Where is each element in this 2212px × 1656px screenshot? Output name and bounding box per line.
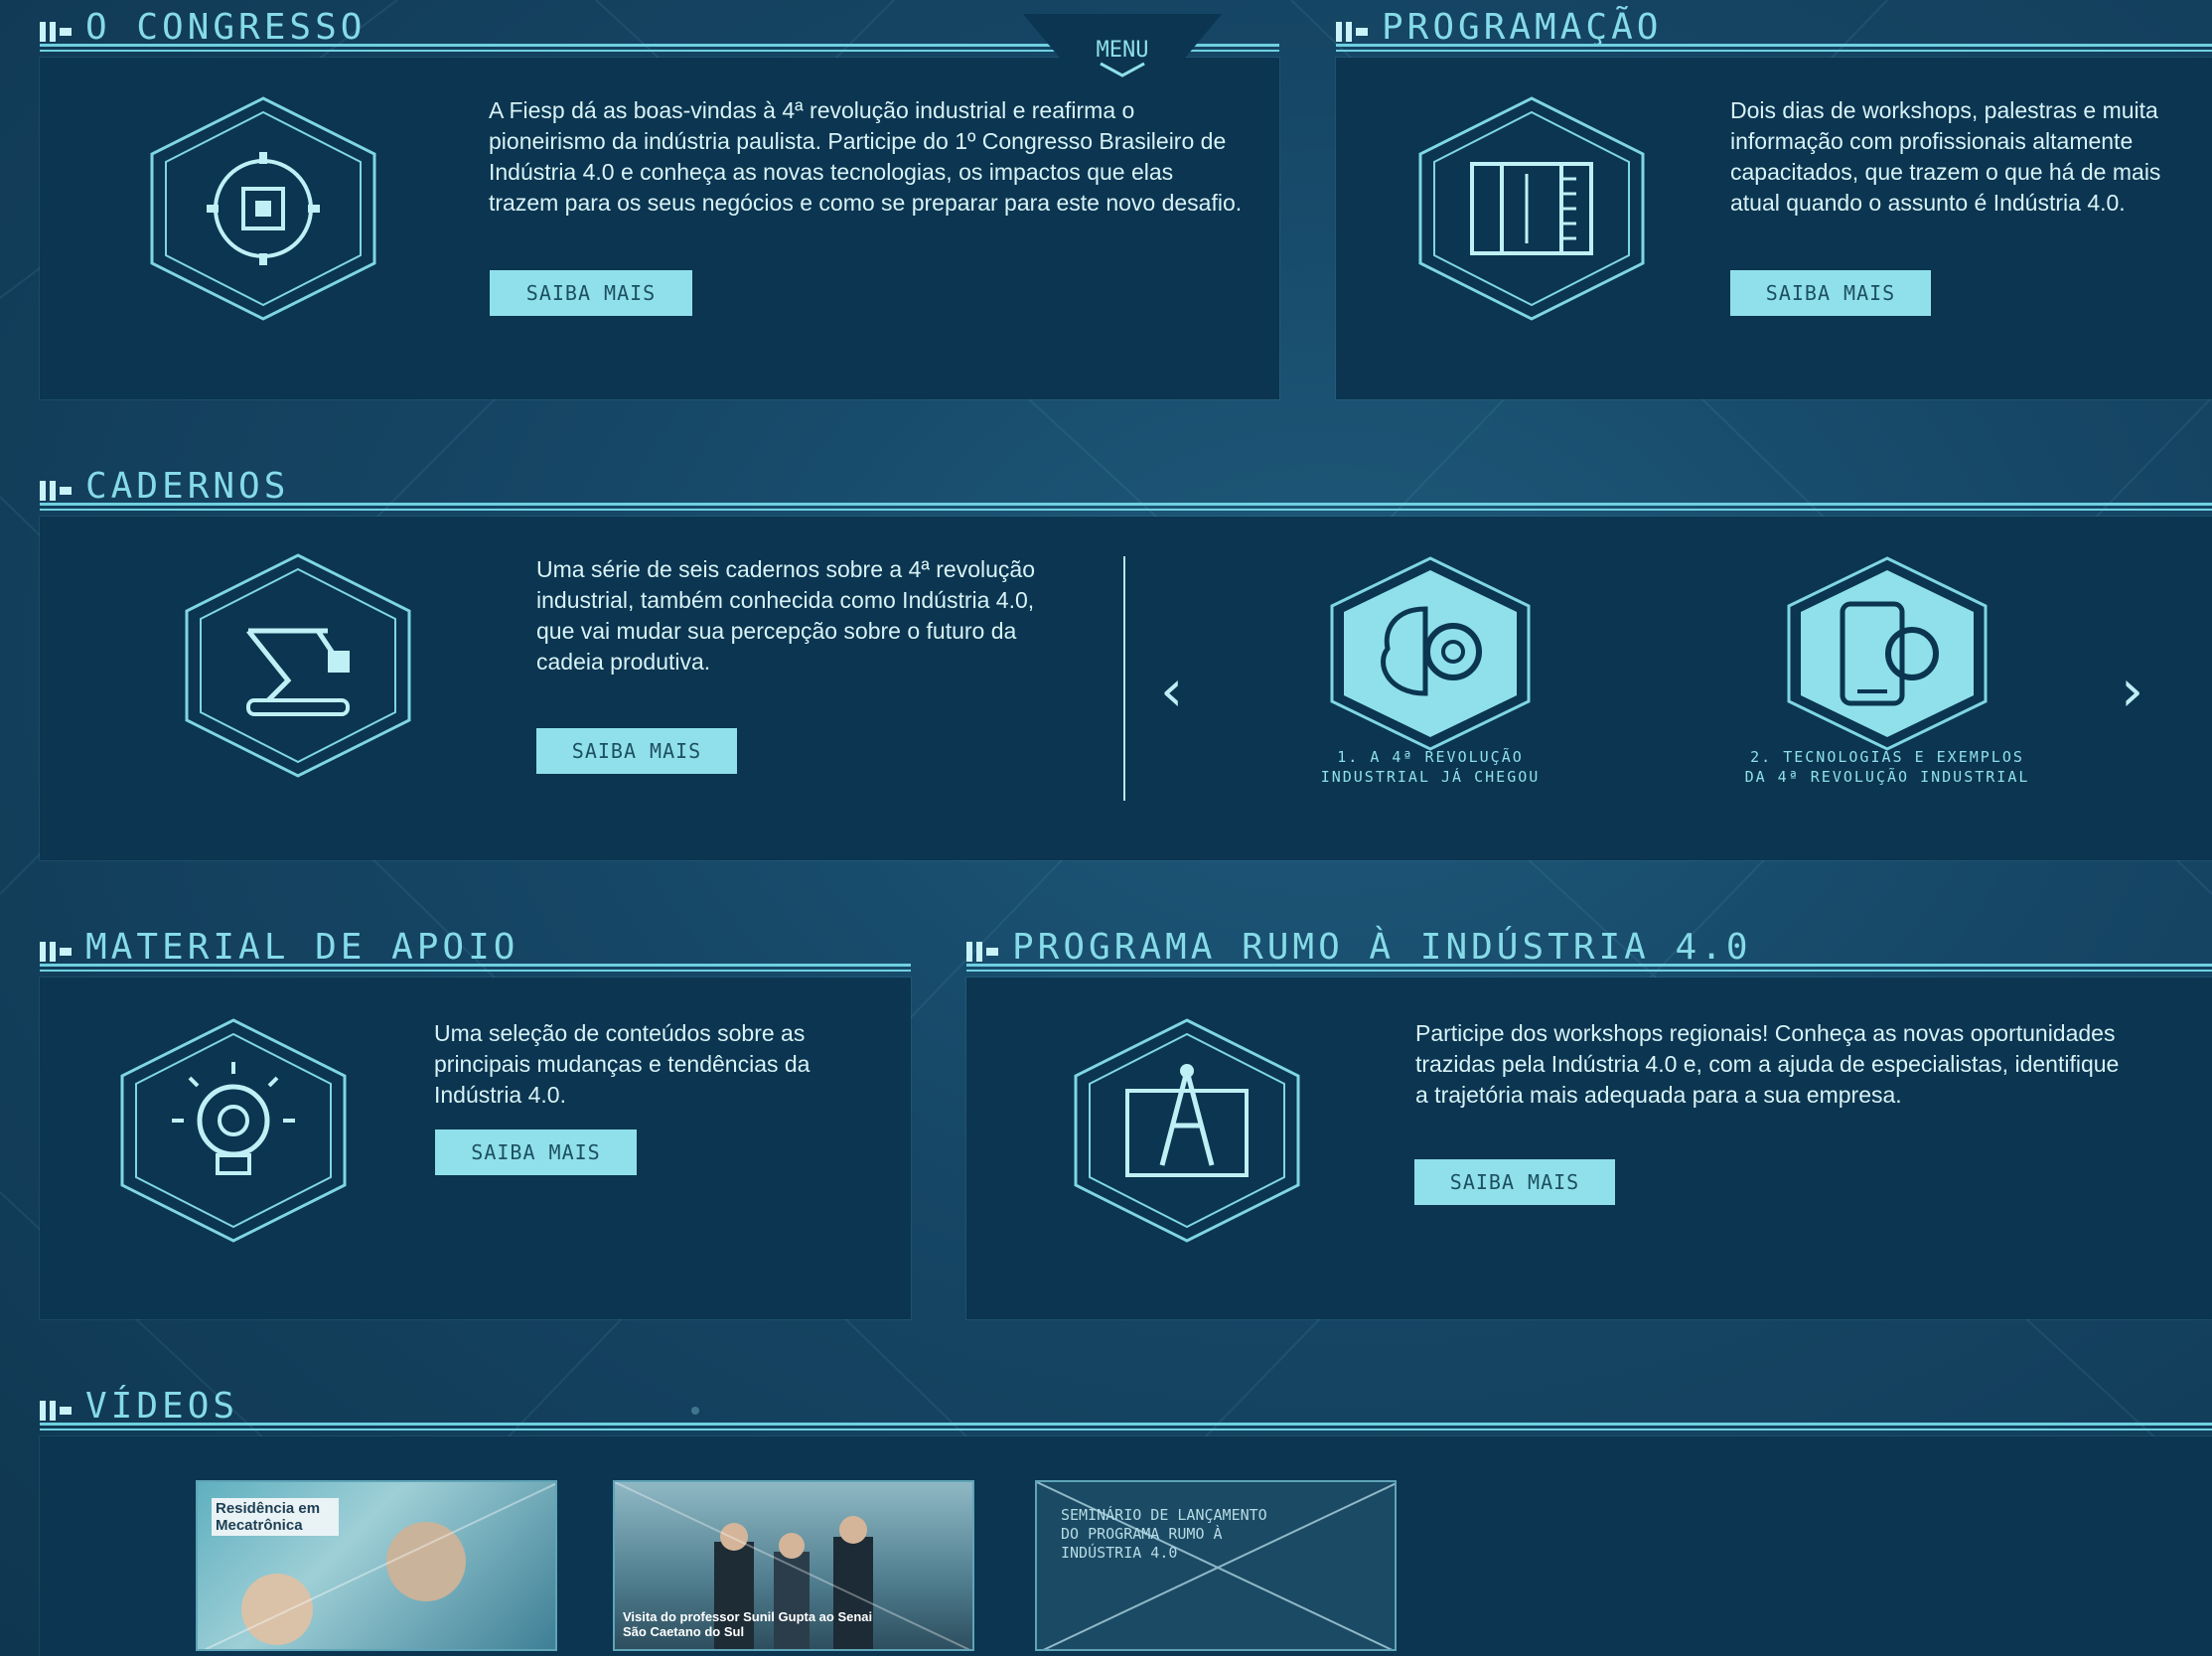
carousel-divider bbox=[1123, 556, 1125, 801]
compass-map-icon bbox=[1074, 1018, 1300, 1243]
congresso-description: A Fiesp dá as boas-vindas à 4ª revolução… bbox=[489, 97, 1243, 216]
section-title-text: VÍDEOS bbox=[85, 1386, 239, 1427]
saiba-mais-programacao-button[interactable]: SAIBA MAIS bbox=[1730, 270, 1931, 316]
section-rule bbox=[1336, 44, 2212, 52]
cadernos-description: Uma série de seis cadernos sobre a 4ª re… bbox=[536, 556, 1035, 675]
section-title-cadernos: CADERNOS bbox=[40, 463, 289, 507]
saiba-mais-material-button[interactable]: SAIBA MAIS bbox=[435, 1129, 637, 1175]
lightbulb-gear-icon bbox=[120, 1018, 347, 1243]
carousel-item-1-caption[interactable]: 1. A 4ª REVOLUÇÃO INDUSTRIAL JÁ CHEGOU bbox=[1261, 747, 1599, 787]
saiba-mais-congresso-button[interactable]: SAIBA MAIS bbox=[490, 270, 692, 316]
section-title-text: O CONGRESSO bbox=[85, 7, 367, 48]
section-marker-icon bbox=[40, 1401, 72, 1421]
video-title: SEMINÁRIO DE LANÇAMENTO DO PROGRAMA RUMO… bbox=[1061, 1506, 1267, 1562]
carousel-next-icon[interactable]: › bbox=[2121, 661, 2143, 720]
carousel-item-2-caption[interactable]: 2. TECNOLOGIAS E EXEMPLOS DA 4ª REVOLUÇÃ… bbox=[1689, 747, 2086, 787]
section-marker-icon bbox=[40, 22, 72, 42]
section-marker-icon bbox=[966, 942, 998, 962]
video-thumbnail-3[interactable]: SEMINÁRIO DE LANÇAMENTO DO PROGRAMA RUMO… bbox=[1035, 1480, 1397, 1651]
section-title-text: PROGRAMA RUMO À INDÚSTRIA 4.0 bbox=[1012, 927, 1752, 968]
section-rule bbox=[966, 964, 2212, 972]
section-rule bbox=[40, 1423, 2212, 1430]
caption-line: INDUSTRIAL JÁ CHEGOU bbox=[1320, 768, 1541, 786]
section-title-programa: PROGRAMA RUMO À INDÚSTRIA 4.0 bbox=[966, 924, 1752, 968]
video-thumbnail-2[interactable]: Visita do professor Sunil Gupta ao Senai… bbox=[613, 1480, 974, 1651]
section-title-text: MATERIAL DE APOIO bbox=[85, 927, 519, 968]
video-image bbox=[204, 1482, 555, 1649]
caption-line: 2. TECNOLOGIAS E EXEMPLOS bbox=[1750, 748, 2024, 766]
section-rule bbox=[40, 503, 2212, 511]
section-marker-icon bbox=[40, 942, 72, 962]
saiba-mais-programa-button[interactable]: SAIBA MAIS bbox=[1414, 1159, 1615, 1205]
tablet-gear-icon[interactable] bbox=[1783, 554, 1991, 753]
section-title-programacao: PROGRAMAÇÃO bbox=[1336, 4, 1662, 48]
saiba-mais-cadernos-button[interactable]: SAIBA MAIS bbox=[536, 728, 737, 774]
blueprint-icon bbox=[1418, 96, 1645, 321]
robot-arm-icon bbox=[185, 553, 411, 778]
menu-button[interactable]: MENU bbox=[1073, 38, 1172, 63]
section-marker-icon bbox=[1336, 22, 1368, 42]
section-title-material: MATERIAL DE APOIO bbox=[40, 924, 518, 968]
section-rule bbox=[40, 964, 911, 972]
section-title-text: CADERNOS bbox=[85, 466, 290, 507]
programa-description: Participe dos workshops regionais! Conhe… bbox=[1415, 1020, 2120, 1108]
video-title: Visita do professor Sunil Gupta ao Senai… bbox=[623, 1609, 873, 1639]
carousel-prev-icon[interactable]: ‹ bbox=[1160, 661, 1183, 720]
brain-gear-icon[interactable] bbox=[1326, 554, 1535, 753]
material-description: Uma seleção de conteúdos sobre as princi… bbox=[434, 1020, 811, 1108]
programacao-description: Dois dias de workshops, palestras e muit… bbox=[1730, 97, 2161, 216]
section-title-congresso: O CONGRESSO bbox=[40, 4, 366, 48]
gear-chip-icon bbox=[150, 96, 376, 321]
video-thumbnail-1[interactable]: Residência em Mecatrônica bbox=[196, 1480, 557, 1651]
caption-line: DA 4ª REVOLUÇÃO INDUSTRIAL bbox=[1744, 768, 2030, 786]
section-marker-icon bbox=[40, 481, 72, 501]
caption-line: 1. A 4ª REVOLUÇÃO bbox=[1337, 748, 1524, 766]
section-title-videos: VÍDEOS bbox=[40, 1383, 238, 1427]
section-title-text: PROGRAMAÇÃO bbox=[1382, 7, 1663, 48]
